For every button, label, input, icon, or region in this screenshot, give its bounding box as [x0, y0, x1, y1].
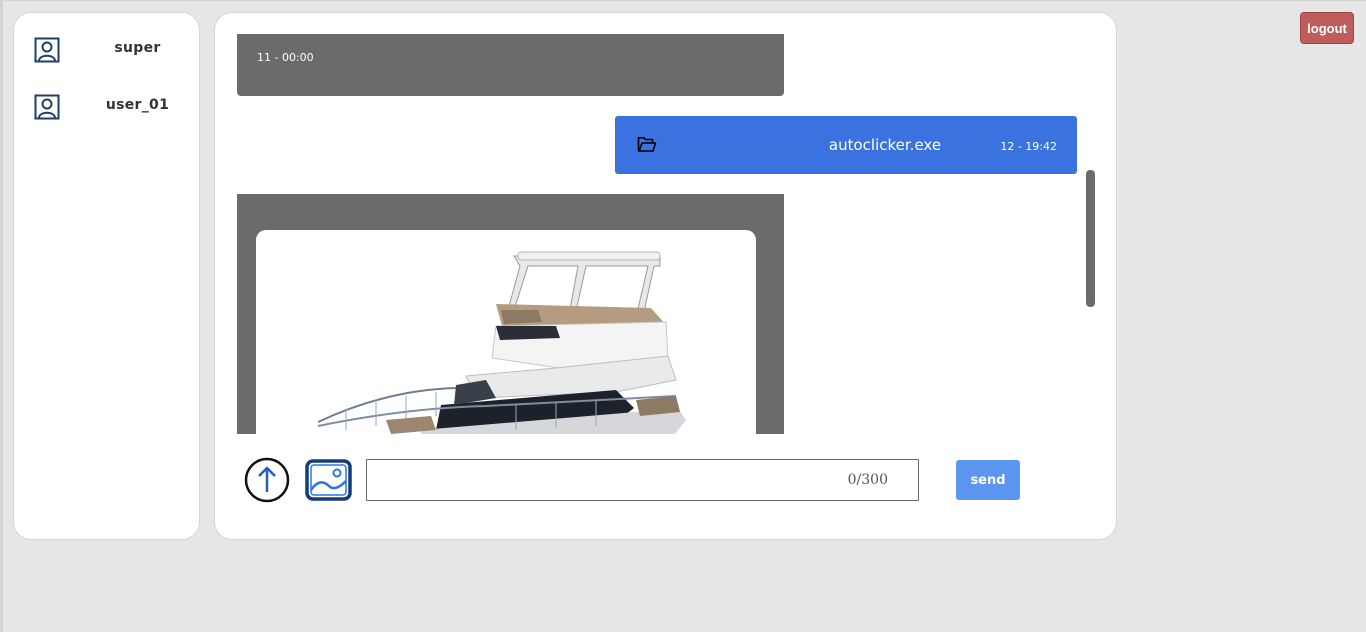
message-timestamp: 11 - 00:00 [257, 51, 314, 64]
message-input-box[interactable]: 0/300 [366, 459, 919, 501]
file-name: autoclicker.exe [828, 136, 942, 154]
logout-button[interactable]: logout [1300, 12, 1354, 44]
sidebar-user-name: super [114, 40, 161, 56]
upload-arrow-icon [244, 457, 290, 503]
chat-panel: 11 - 00:00 autoclicker.exe 12 - 19:42 0/… [214, 12, 1117, 540]
boat-photo[interactable] [256, 230, 756, 434]
file-message[interactable]: autoclicker.exe 12 - 19:42 [615, 116, 1077, 174]
sidebar-user-user-01[interactable]: user_01 [14, 87, 201, 127]
character-counter: 0/300 [847, 472, 888, 488]
image-icon [305, 459, 352, 501]
folder-icon [637, 137, 657, 152]
message-scrollbar[interactable] [1086, 170, 1095, 307]
sidebar-user-super[interactable]: super [14, 30, 201, 70]
upload-button[interactable] [244, 457, 290, 503]
message-timestamp: 12 - 19:42 [1000, 140, 1057, 153]
message-list[interactable]: 11 - 00:00 autoclicker.exe 12 - 19:42 [237, 34, 1082, 434]
message-input[interactable] [367, 460, 918, 500]
user-sidebar: super user_01 [13, 12, 200, 540]
image-message [237, 194, 784, 434]
send-button[interactable]: send [956, 460, 1020, 500]
image-upload-button[interactable] [305, 459, 352, 501]
user-icon [34, 94, 60, 120]
message-bubble: 11 - 00:00 [237, 34, 784, 96]
boat-image [317, 251, 686, 434]
user-icon [34, 37, 60, 63]
sidebar-user-name: user_01 [105, 97, 170, 113]
